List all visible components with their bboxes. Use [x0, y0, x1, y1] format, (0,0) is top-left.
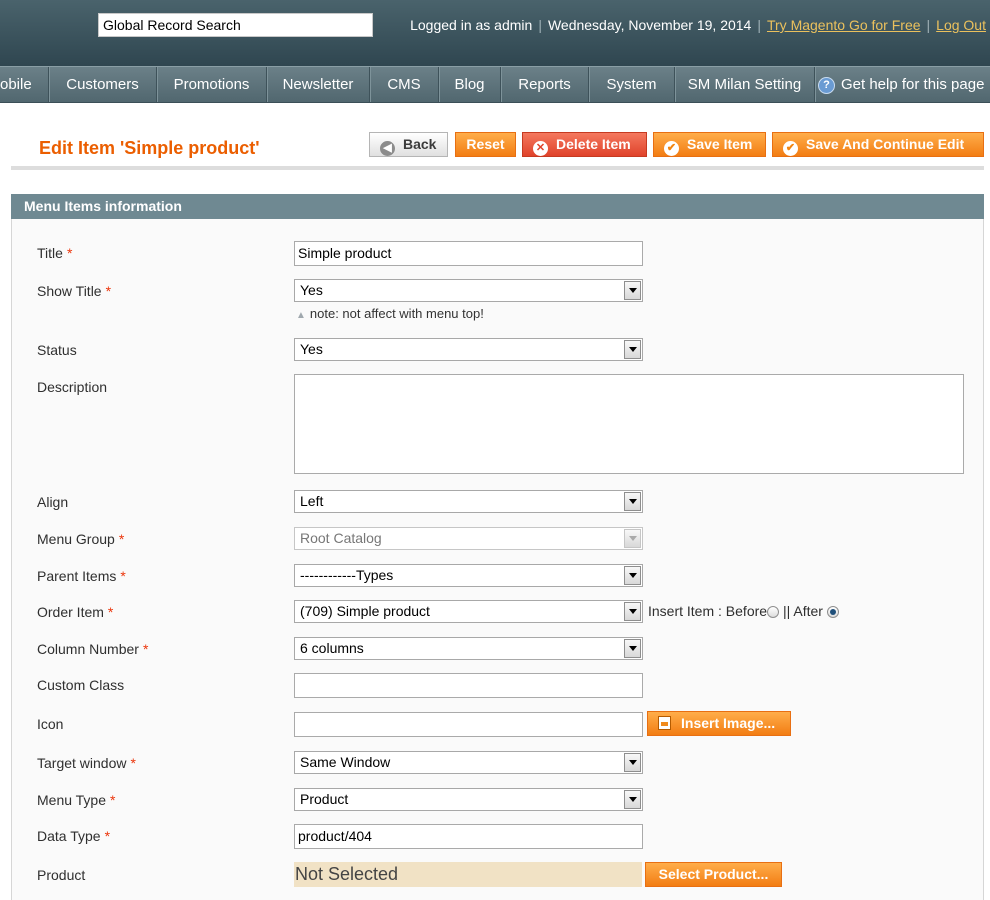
column-number-select[interactable]: 6 columns: [294, 637, 643, 660]
product-label: Product: [37, 867, 86, 883]
parent-items-label: Parent Items *: [37, 568, 126, 584]
header-bar: Logged in as admin|Wednesday, November 1…: [0, 0, 990, 66]
insert-image-label: Insert Image...: [681, 715, 776, 731]
page-title: Edit Item 'Simple product': [39, 138, 260, 158]
reset-button[interactable]: Reset: [455, 132, 516, 157]
custom-class-label: Custom Class: [37, 677, 125, 693]
product-selection-value: Not Selected: [294, 862, 642, 887]
chevron-down-icon: [624, 492, 641, 511]
help-icon: ?: [818, 77, 835, 94]
chevron-down-icon: [624, 639, 641, 658]
delete-button-label: Delete Item: [556, 136, 631, 152]
date-text: Wednesday, November 19, 2014: [547, 17, 752, 33]
align-select[interactable]: Left: [294, 490, 643, 513]
back-arrow-icon: ◀: [380, 141, 395, 156]
nav-item-reports[interactable]: Reports: [501, 67, 589, 102]
insert-image-button[interactable]: Insert Image...: [647, 711, 791, 736]
chevron-down-icon: [624, 281, 641, 300]
icon-label: Icon: [37, 716, 64, 732]
insert-after-label: After: [793, 603, 823, 619]
logged-in-text: Logged in as admin: [410, 17, 533, 33]
insert-position-group: Insert Item : Before || After: [648, 603, 839, 619]
menu-group-select: Root Catalog: [294, 527, 643, 550]
chevron-down-icon: [624, 602, 641, 621]
target-window-label: Target window *: [37, 755, 136, 771]
menu-type-label: Menu Type *: [37, 792, 116, 808]
nav-item-newsletter[interactable]: Newsletter: [267, 67, 370, 102]
chevron-down-icon: [624, 529, 641, 548]
reset-button-label: Reset: [466, 136, 505, 152]
delete-item-button[interactable]: ✕ Delete Item: [522, 132, 647, 157]
chevron-down-icon: [624, 340, 641, 359]
save-item-button[interactable]: ✔ Save Item: [653, 132, 766, 157]
select-product-label: Select Product...: [658, 866, 769, 882]
image-icon: [658, 716, 671, 730]
header-links: Logged in as admin | Wednesday, November 1…: [410, 17, 986, 33]
show-title-note: ▲ note: not affect with menu top!: [296, 306, 484, 321]
status-label: Status: [37, 342, 77, 358]
chevron-down-icon: [624, 790, 641, 809]
help-link[interactable]: ? Get help for this page: [818, 67, 984, 102]
column-number-label: Column Number *: [37, 641, 149, 657]
nav-item-system[interactable]: System: [589, 67, 675, 102]
description-label: Description: [37, 379, 108, 395]
save-continue-button-label: Save And Continue Edit: [806, 136, 965, 152]
nav-item-mobile[interactable]: obile: [0, 67, 49, 102]
title-label: Title *: [37, 245, 73, 261]
data-type-input[interactable]: product/404: [294, 824, 643, 849]
parent-items-select[interactable]: ------------Types: [294, 564, 643, 587]
triangle-up-icon: ▲: [296, 310, 306, 321]
title-divider: [11, 166, 984, 170]
nav-item-blog[interactable]: Blog: [439, 67, 501, 102]
try-magento-go-link[interactable]: Try Magento Go for Free: [767, 17, 921, 33]
target-window-select[interactable]: Same Window: [294, 751, 643, 774]
checkmark-icon: ✔: [664, 141, 679, 156]
logout-link[interactable]: Log Out: [936, 17, 986, 33]
order-item-label: Order Item *: [37, 604, 114, 620]
nav-item-sm-milan-setting[interactable]: SM Milan Setting: [675, 67, 815, 102]
menu-group-label: Menu Group *: [37, 531, 125, 547]
show-title-select[interactable]: Yes: [294, 279, 643, 302]
order-item-select[interactable]: (709) Simple product: [294, 600, 643, 623]
description-textarea[interactable]: [294, 374, 964, 474]
back-button-label: Back: [403, 136, 437, 152]
show-title-label: Show Title *: [37, 283, 112, 299]
title-input[interactable]: Simple product: [294, 241, 643, 266]
checkmark-icon: ✔: [783, 141, 798, 156]
insert-separator: ||: [782, 603, 791, 619]
data-type-label: Data Type *: [37, 828, 111, 844]
save-and-continue-button[interactable]: ✔ Save And Continue Edit: [772, 132, 984, 157]
chevron-down-icon: [624, 753, 641, 772]
menu-type-select[interactable]: Product: [294, 788, 643, 811]
insert-before-radio[interactable]: [767, 606, 780, 618]
global-search-input[interactable]: [98, 13, 373, 37]
help-label: Get help for this page: [841, 76, 985, 93]
icon-input[interactable]: [294, 712, 643, 737]
status-select[interactable]: Yes: [294, 338, 643, 361]
align-label: Align: [37, 494, 69, 510]
back-button[interactable]: ◀ Back: [369, 132, 448, 157]
section-header: Menu Items information: [11, 194, 984, 219]
chevron-down-icon: [624, 566, 641, 585]
insert-before-label: Insert Item : Before: [648, 603, 768, 619]
custom-class-input[interactable]: [294, 673, 643, 698]
delete-x-icon: ✕: [533, 141, 548, 156]
nav-item-customers[interactable]: Customers: [49, 67, 157, 102]
main-nav: obile Customers Promotions Newsletter CM…: [0, 66, 990, 103]
insert-after-radio[interactable]: [826, 606, 839, 618]
nav-item-promotions[interactable]: Promotions: [157, 67, 267, 102]
select-product-button[interactable]: Select Product...: [645, 862, 782, 887]
save-button-label: Save Item: [687, 136, 753, 152]
nav-item-cms[interactable]: CMS: [370, 67, 439, 102]
